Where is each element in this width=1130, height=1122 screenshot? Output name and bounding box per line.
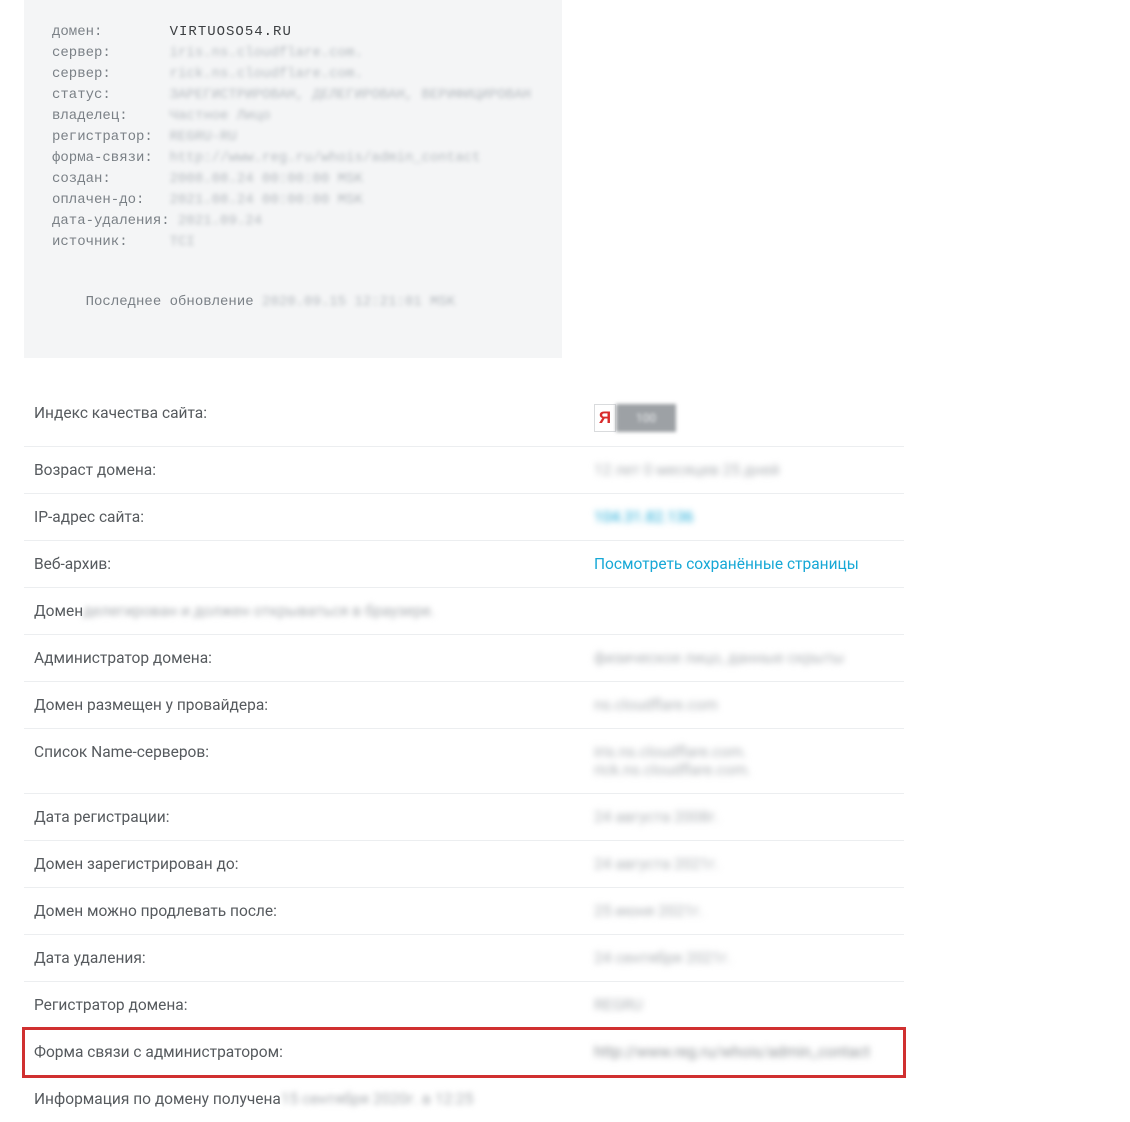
delete-label: Дата удаления: bbox=[24, 935, 584, 982]
row-admin: Администратор домена: физическое лицо, д… bbox=[24, 635, 904, 682]
whois-line-2: сервер: rick.ns.cloudflare.com. bbox=[52, 64, 534, 85]
registrar-label: Регистратор домена: bbox=[24, 982, 584, 1029]
row-contact-form: Форма связи с администратором: http://ww… bbox=[24, 1029, 904, 1076]
row-ip: IP-адрес сайта: 104.31.82.136 bbox=[24, 494, 904, 541]
ip-label: IP-адрес сайта: bbox=[24, 494, 584, 541]
whois-key: сервер: bbox=[52, 64, 170, 85]
provider-label: Домен размещен у провайдера: bbox=[24, 682, 584, 729]
row-until: Домен зарегистрирован до: 24 августа 202… bbox=[24, 841, 904, 888]
whois-line-8: оплачен-до: 2021.08.24 00:00:00 MSK bbox=[52, 190, 534, 211]
whois-key: сервер: bbox=[52, 43, 170, 64]
whois-line-5: регистратор: REGRU-RU bbox=[52, 127, 534, 148]
quality-label: Индекс качества сайта: bbox=[24, 390, 584, 447]
whois-value: iris.ns.cloudflare.com. bbox=[170, 45, 363, 61]
whois-key: создан: bbox=[52, 169, 170, 190]
whois-line-10: источник: TCI bbox=[52, 232, 534, 253]
whois-line-9: дата-удаления: 2021.09.24 bbox=[52, 211, 534, 232]
row-quality: Индекс качества сайта: Я 100 bbox=[24, 390, 904, 447]
contact-value: http://www.reg.ru/whois/admin_contact bbox=[584, 1029, 904, 1076]
whois-value: 2021.09.24 bbox=[178, 213, 262, 229]
whois-line-0: домен: VIRTUOSO54.RU bbox=[52, 22, 534, 43]
whois-line-7: создан: 2008.08.24 00:00:00 MSK bbox=[52, 169, 534, 190]
domain-info-table: Индекс качества сайта: Я 100 Возраст дом… bbox=[24, 390, 904, 1122]
yandex-logo-icon: Я bbox=[594, 404, 616, 432]
whois-line-1: сервер: iris.ns.cloudflare.com. bbox=[52, 43, 534, 64]
whois-key: оплачен-до: bbox=[52, 190, 170, 211]
whois-value: 2021.08.24 00:00:00 MSK bbox=[170, 192, 363, 208]
whois-line-3: статус: ЗАРЕГИСТРИРОВАН, ДЕЛЕГИРОВАН, ВЕ… bbox=[52, 85, 534, 106]
whois-update-line: Последнее обновление 2020.09.15 12:21:01… bbox=[52, 271, 534, 334]
admin-label: Администратор домена: bbox=[24, 635, 584, 682]
whois-key: владелец: bbox=[52, 106, 170, 127]
whois-key: статус: bbox=[52, 85, 170, 106]
contact-label: Форма связи с администратором: bbox=[24, 1029, 584, 1076]
whois-key: регистратор: bbox=[52, 127, 170, 148]
yandex-sqi-badge[interactable]: Я 100 bbox=[594, 404, 676, 432]
domain-status-label: Домен bbox=[34, 602, 83, 620]
whois-update-value: 2020.09.15 12:21:01 MSK bbox=[262, 294, 455, 310]
admin-value: физическое лицо, данные скрыты bbox=[584, 635, 904, 682]
whois-lines: домен: VIRTUOSO54.RUсервер: iris.ns.clou… bbox=[52, 22, 534, 253]
received-value: 15 сентября 2020г. в 12:25 bbox=[281, 1090, 894, 1108]
whois-value: Частное Лицо bbox=[170, 108, 271, 124]
whois-key: форма-связи: bbox=[52, 148, 170, 169]
renew-label: Домен можно продлевать после: bbox=[24, 888, 584, 935]
received-prefix: Информация по домену получена bbox=[34, 1090, 281, 1108]
archive-label: Веб-архив: bbox=[24, 541, 584, 588]
received-cell: Информация по домену получена 15 сентябр… bbox=[24, 1076, 904, 1122]
whois-key: источник: bbox=[52, 232, 170, 253]
whois-update-prefix: Последнее обновление bbox=[86, 294, 262, 310]
archive-link[interactable]: Посмотреть сохранённые страницы bbox=[594, 555, 859, 573]
registrar-value: REGRU bbox=[584, 982, 904, 1029]
archive-value: Посмотреть сохранённые страницы bbox=[584, 541, 904, 588]
row-archive: Веб-архив: Посмотреть сохранённые страни… bbox=[24, 541, 904, 588]
row-received: Информация по домену получена 15 сентябр… bbox=[24, 1076, 904, 1122]
until-label: Домен зарегистрирован до: bbox=[24, 841, 584, 888]
whois-line-4: владелец: Частное Лицо bbox=[52, 106, 534, 127]
ip-link[interactable]: 104.31.82.136 bbox=[594, 508, 693, 526]
whois-value: ЗАРЕГИСТРИРОВАН, ДЕЛЕГИРОВАН, ВЕРИФИЦИРО… bbox=[170, 87, 531, 103]
ns-label: Список Name-серверов: bbox=[24, 729, 584, 794]
whois-value: TCI bbox=[170, 234, 195, 250]
regdate-value: 24 августа 2008г. bbox=[584, 794, 904, 841]
quality-value: Я 100 bbox=[584, 390, 904, 447]
age-value: 12 лет 0 месяцев 25 дней bbox=[584, 447, 904, 494]
delete-value: 24 сентября 2021г. bbox=[584, 935, 904, 982]
row-provider: Домен размещен у провайдера: ns.cloudfla… bbox=[24, 682, 904, 729]
whois-value: VIRTUOSO54.RU bbox=[170, 24, 292, 40]
whois-line-6: форма-связи: http://www.reg.ru/whois/adm… bbox=[52, 148, 534, 169]
row-age: Возраст домена: 12 лет 0 месяцев 25 дней bbox=[24, 447, 904, 494]
ns-value: iris.ns.cloudflare.com. rick.ns.cloudfla… bbox=[584, 729, 904, 794]
ns-value-1: iris.ns.cloudflare.com. bbox=[594, 743, 894, 761]
whois-value: 2008.08.24 00:00:00 MSK bbox=[170, 171, 363, 187]
regdate-label: Дата регистрации: bbox=[24, 794, 584, 841]
renew-value: 25 июня 2021г. bbox=[584, 888, 904, 935]
whois-key: домен: bbox=[52, 22, 170, 43]
whois-value: rick.ns.cloudflare.com. bbox=[170, 66, 363, 82]
row-delete: Дата удаления: 24 сентября 2021г. bbox=[24, 935, 904, 982]
row-nameservers: Список Name-серверов: iris.ns.cloudflare… bbox=[24, 729, 904, 794]
whois-value: REGRU-RU bbox=[170, 129, 237, 145]
whois-key: дата-удаления: bbox=[52, 211, 178, 232]
whois-card: домен: VIRTUOSO54.RUсервер: iris.ns.clou… bbox=[24, 0, 562, 358]
age-label: Возраст домена: bbox=[24, 447, 584, 494]
row-domain-status: Домен делегирован и должен открываться в… bbox=[24, 588, 904, 635]
until-value: 24 августа 2021г. bbox=[584, 841, 904, 888]
whois-value: http://www.reg.ru/whois/admin_contact bbox=[170, 150, 481, 166]
provider-value: ns.cloudflare.com bbox=[584, 682, 904, 729]
domain-status-value: делегирован и должен открываться в брауз… bbox=[83, 602, 894, 620]
domain-status-cell: Домен делегирован и должен открываться в… bbox=[24, 588, 904, 635]
ip-value: 104.31.82.136 bbox=[584, 494, 904, 541]
ns-value-2: rick.ns.cloudflare.com. bbox=[594, 761, 894, 779]
yandex-sqi-value: 100 bbox=[616, 404, 676, 432]
row-renew: Домен можно продлевать после: 25 июня 20… bbox=[24, 888, 904, 935]
row-regdate: Дата регистрации: 24 августа 2008г. bbox=[24, 794, 904, 841]
row-registrar: Регистратор домена: REGRU bbox=[24, 982, 904, 1029]
